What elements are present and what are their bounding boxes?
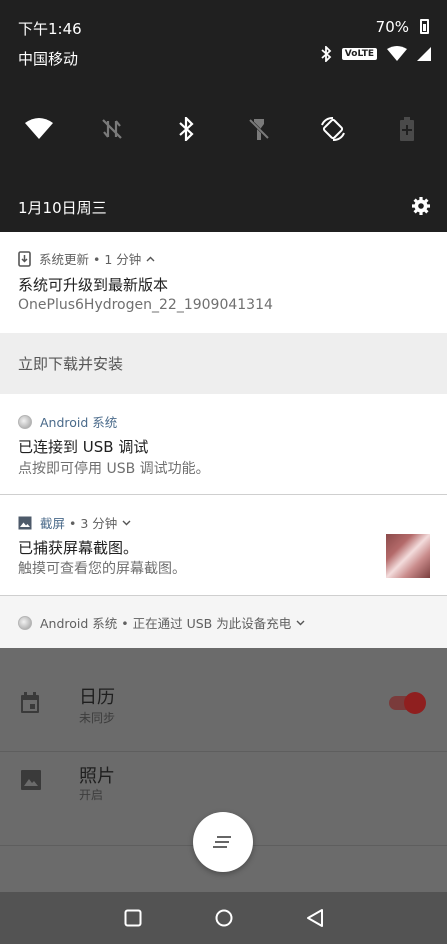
bluetooth-icon xyxy=(179,117,194,141)
sync-row-calendar: 日历 未同步 xyxy=(0,648,447,752)
notification-system-update[interactable]: 系统更新 • 1 分钟 系统可升级到最新版本 OnePlus6Hydrogen_… xyxy=(0,232,447,333)
notification-time: • 3 分钟 xyxy=(69,516,118,531)
wifi-tile[interactable] xyxy=(24,114,54,144)
notification-title: 已连接到 USB 调试 xyxy=(18,438,149,456)
notification-title: 已捕获屏幕截图。 xyxy=(18,539,139,557)
calendar-icon xyxy=(21,692,39,713)
notification-summary-text: Android 系统 • 正在通过 USB 为此设备充电 xyxy=(40,616,292,631)
chevron-down-icon[interactable] xyxy=(296,620,305,626)
wifi-icon xyxy=(25,118,53,139)
bluetooth-tile[interactable] xyxy=(171,114,201,144)
wifi-status-icon xyxy=(387,46,407,61)
volte-badge: VoLTE xyxy=(341,48,377,60)
mobile-data-tile[interactable] xyxy=(97,114,127,144)
sync-row-subtitle: 未同步 xyxy=(79,711,116,725)
sync-row-title: 照片 xyxy=(79,766,115,787)
recents-button[interactable] xyxy=(121,906,145,930)
notification-usb-charging[interactable]: Android 系统 • 正在通过 USB 为此设备充电 xyxy=(0,596,447,648)
notification-header: Android 系统 • 正在通过 USB 为此设备充电 xyxy=(18,613,305,632)
chevron-down-icon[interactable] xyxy=(122,520,131,526)
download-install-button[interactable]: 立即下载并安装 xyxy=(18,353,123,374)
notification-app-name: 截屏 xyxy=(40,516,66,531)
recents-icon xyxy=(124,909,142,927)
image-icon xyxy=(18,516,32,529)
status-bar: 下午1:46 70% 中国移动 VoLTE xyxy=(0,0,447,68)
notification-title: 系统可升级到最新版本 xyxy=(18,276,169,294)
carrier-name: 中国移动 xyxy=(18,50,79,68)
signal-icon xyxy=(417,47,431,61)
date-label: 1月10日周三 xyxy=(18,199,107,217)
notification-header: 截屏 • 3 分钟 xyxy=(18,513,131,532)
quick-settings-shade: 下午1:46 70% 中国移动 VoLTE 1月10日周三 xyxy=(0,0,447,232)
auto-rotate-icon xyxy=(321,116,345,142)
notification-screenshot[interactable]: 截屏 • 3 分钟 已捕获屏幕截图。 触摸可查看您的屏幕截图。 xyxy=(0,495,447,595)
auto-rotate-tile[interactable] xyxy=(318,114,348,144)
notification-text: 点按即可停用 USB 调试功能。 xyxy=(18,461,210,477)
notification-app-name: 系统更新 xyxy=(39,252,90,267)
sync-row-subtitle: 开启 xyxy=(79,788,104,802)
notification-usb-debugging[interactable]: Android 系统 已连接到 USB 调试 点按即可停用 USB 调试功能。 xyxy=(0,394,447,494)
home-icon xyxy=(215,909,233,927)
notification-header: Android 系统 xyxy=(18,412,117,431)
battery-saver-icon xyxy=(400,117,414,141)
flashlight-off-icon xyxy=(248,118,270,140)
sync-toggle xyxy=(404,692,426,714)
status-time: 下午1:46 xyxy=(18,20,82,38)
sync-row-title: 日历 xyxy=(79,687,115,708)
notification-text: 触摸可查看您的屏幕截图。 xyxy=(18,561,186,577)
back-icon xyxy=(307,909,323,927)
notification-action-bar: 立即下载并安装 xyxy=(0,333,447,394)
notification-time: • 1 分钟 xyxy=(93,252,142,267)
flashlight-tile[interactable] xyxy=(244,114,274,144)
photo-icon xyxy=(21,770,41,790)
battery-saver-tile[interactable] xyxy=(392,114,422,144)
settings-gear-icon[interactable] xyxy=(411,196,431,216)
android-system-icon xyxy=(18,615,32,630)
status-icons: VoLTE xyxy=(320,46,431,62)
clear-all-notifications-button[interactable] xyxy=(193,812,253,872)
navigation-bar xyxy=(0,892,447,944)
battery-percentage: 70% xyxy=(375,18,409,36)
mobile-data-off-icon xyxy=(102,119,122,139)
screenshot-thumbnail[interactable] xyxy=(386,534,430,578)
quick-tiles xyxy=(0,106,447,152)
home-button[interactable] xyxy=(212,906,236,930)
back-button[interactable] xyxy=(303,906,327,930)
bluetooth-status-icon xyxy=(321,46,332,62)
android-system-icon xyxy=(18,414,32,429)
chevron-up-icon[interactable] xyxy=(146,256,155,262)
notification-app-name: Android 系统 xyxy=(40,415,118,430)
clear-all-icon xyxy=(213,836,231,848)
system-update-icon xyxy=(18,250,31,267)
battery-icon xyxy=(420,19,429,34)
notification-header: 系统更新 • 1 分钟 xyxy=(18,249,155,268)
notification-text: OnePlus6Hydrogen_22_1909041314 xyxy=(18,297,273,313)
